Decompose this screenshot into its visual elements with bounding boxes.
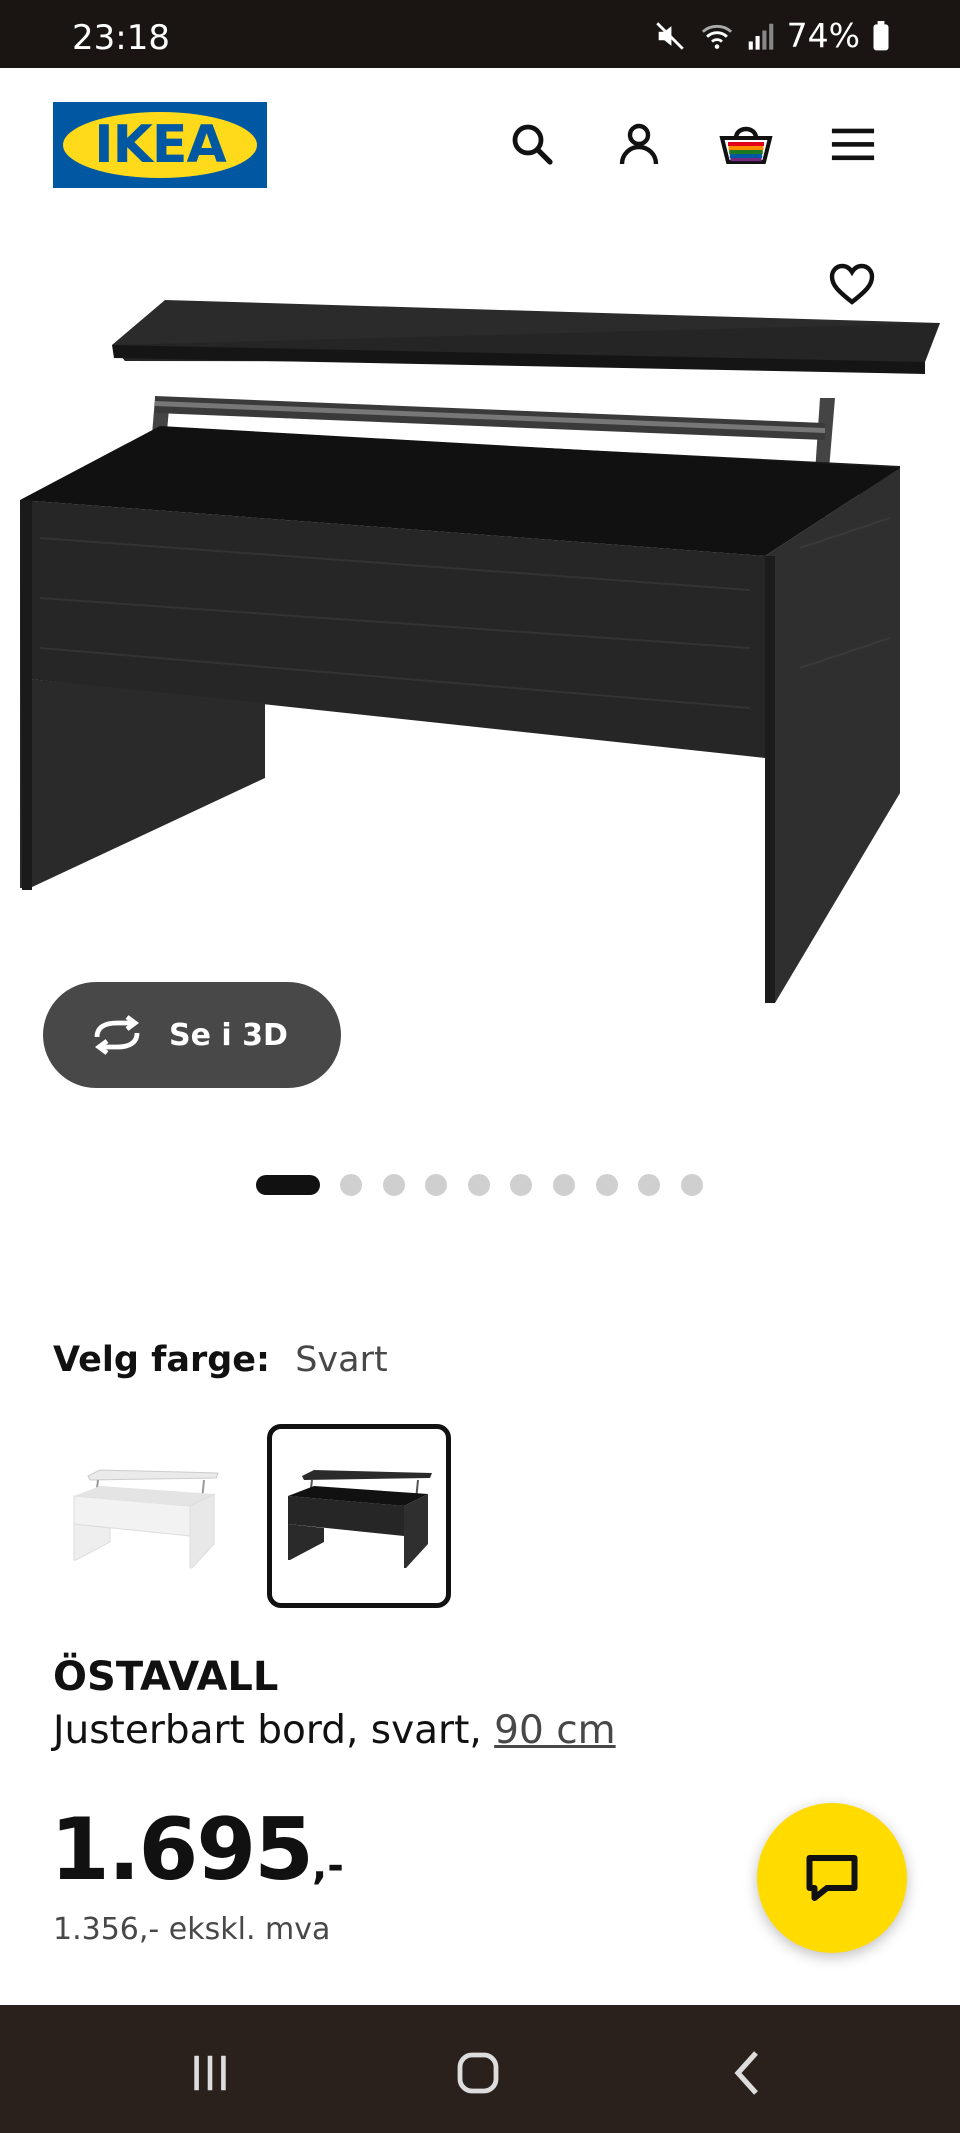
logo-text: IKEA xyxy=(94,115,226,175)
product-price: 1.695 ,- xyxy=(50,1800,344,1900)
status-bar: 23:18 74% xyxy=(0,0,960,68)
black-table-thumbnail xyxy=(288,1470,432,1568)
mute-icon xyxy=(653,19,687,53)
price-suffix: ,- xyxy=(312,1843,344,1889)
menu-icon[interactable] xyxy=(825,116,881,172)
chat-button[interactable] xyxy=(757,1803,907,1953)
color-swatch-white[interactable] xyxy=(53,1424,237,1608)
gallery-pagination xyxy=(256,1174,723,1196)
home-icon[interactable] xyxy=(448,2043,508,2103)
product-description: Justerbart bord, svart, 90 cm xyxy=(53,1708,616,1753)
product-gallery[interactable]: Se i 3D xyxy=(0,218,960,1196)
back-icon[interactable] xyxy=(718,2043,778,2103)
signal-icon xyxy=(747,21,775,51)
color-swatch-black[interactable] xyxy=(267,1424,451,1608)
pagination-dot[interactable] xyxy=(552,1174,575,1196)
favorite-button[interactable] xyxy=(820,252,884,316)
status-time: 23:18 xyxy=(72,18,170,58)
wifi-icon xyxy=(699,19,735,53)
basket-icon[interactable] xyxy=(718,116,774,172)
rotate-3d-icon xyxy=(94,1015,140,1055)
site-header: IKEA xyxy=(0,68,960,218)
white-table-thumbnail xyxy=(73,1469,219,1569)
color-swatches xyxy=(53,1424,451,1608)
price-excl-vat: 1.356,- ekskl. mva xyxy=(53,1912,331,1947)
pagination-dot[interactable] xyxy=(467,1174,490,1196)
product-description-text: Justerbart bord, svart, xyxy=(53,1708,495,1753)
recent-apps-icon[interactable] xyxy=(180,2043,240,2103)
pagination-dot[interactable] xyxy=(595,1174,618,1196)
view-3d-label: Se i 3D xyxy=(169,1017,288,1053)
pagination-dot-active[interactable] xyxy=(256,1175,320,1195)
heart-icon xyxy=(829,263,875,305)
status-icons: 74% xyxy=(653,16,890,55)
battery-level: 74% xyxy=(786,16,860,55)
pagination-dot[interactable] xyxy=(425,1174,448,1196)
pagination-dot[interactable] xyxy=(638,1174,661,1196)
ikea-logo[interactable]: IKEA xyxy=(53,102,267,188)
view-3d-button[interactable]: Se i 3D xyxy=(43,982,341,1088)
price-amount: 1.695 xyxy=(50,1800,314,1900)
pagination-dot[interactable] xyxy=(510,1174,533,1196)
product-name: ÖSTAVALL xyxy=(53,1654,279,1700)
size-link[interactable]: 90 cm xyxy=(494,1708,615,1753)
pagination-dot[interactable] xyxy=(340,1174,362,1196)
battery-icon xyxy=(872,20,890,51)
color-label: Velg farge: xyxy=(53,1340,271,1380)
product-image[interactable] xyxy=(0,218,960,1038)
system-nav-bar xyxy=(0,2005,960,2133)
search-icon[interactable] xyxy=(504,116,560,172)
chat-icon xyxy=(806,1855,858,1901)
pagination-dot[interactable] xyxy=(382,1174,405,1196)
color-value: Svart xyxy=(295,1340,388,1380)
account-icon[interactable] xyxy=(611,116,667,172)
color-selector-heading: Velg farge: Svart xyxy=(53,1340,388,1380)
pagination-dot[interactable] xyxy=(680,1174,703,1196)
